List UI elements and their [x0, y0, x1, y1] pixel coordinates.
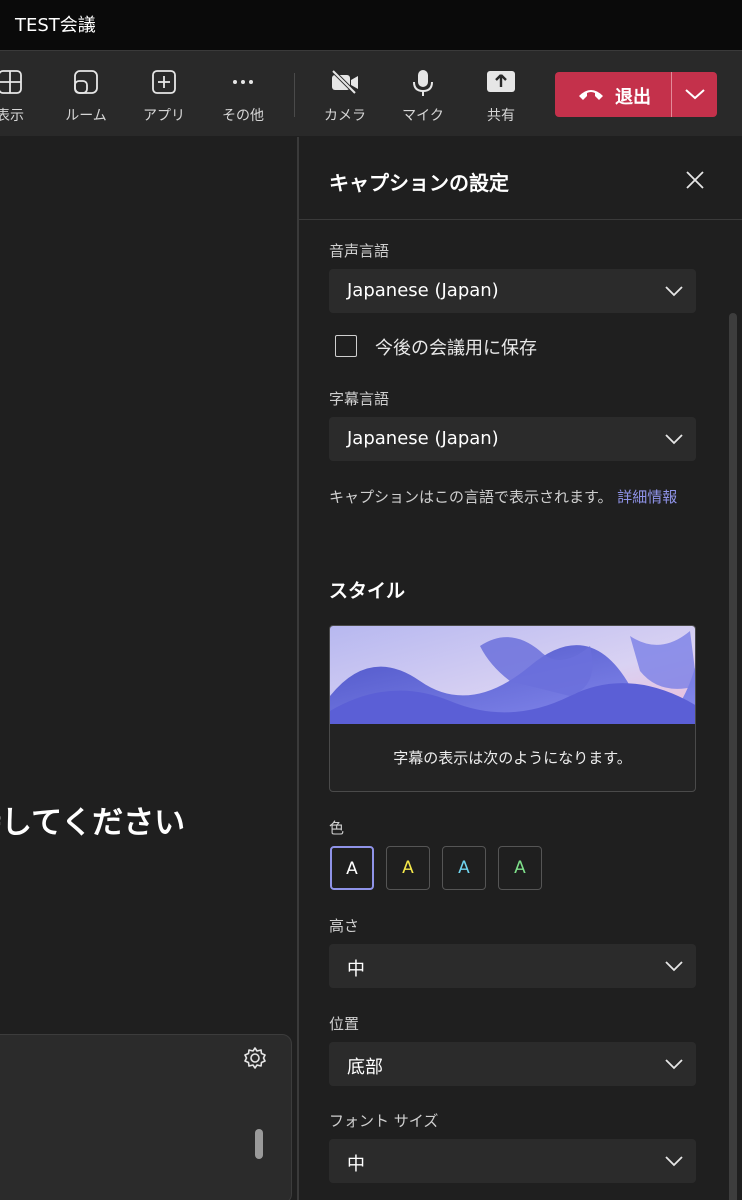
caption-language-value: Japanese (Japan) [347, 428, 499, 449]
font-size-select[interactable]: 中 [329, 1139, 696, 1183]
save-for-future-label: 今後の会議用に保存 [375, 338, 537, 359]
apps-label: アプリ [143, 108, 185, 124]
preview-caption-text: 字幕の表示は次のようになります。 [393, 749, 632, 767]
font-size-label: フォント サイズ [329, 1112, 439, 1130]
view-button[interactable]: 表示 [0, 51, 46, 137]
share-screen-icon [487, 71, 515, 92]
toolbar-divider [294, 73, 295, 117]
rooms-icon [74, 70, 98, 94]
microphone-icon [413, 70, 433, 96]
caption-language-note: キャプションはこの言語で表示されます。 詳細情報 [329, 485, 699, 509]
live-captions-box [0, 1034, 292, 1200]
color-swatch-green[interactable]: A [498, 846, 542, 890]
more-label: その他 [222, 108, 264, 124]
swatch-letter: A [514, 858, 526, 878]
color-swatch-yellow[interactable]: A [386, 846, 430, 890]
save-for-future-checkbox[interactable]: 今後の会議用に保存 [335, 334, 655, 359]
gear-icon[interactable] [243, 1046, 267, 1070]
mic-button[interactable]: マイク [387, 51, 459, 137]
waiting-message: 持してください [0, 805, 186, 841]
style-section-title: スタイル [329, 580, 406, 602]
close-icon[interactable] [683, 168, 707, 192]
height-select[interactable]: 中 [329, 944, 696, 988]
chevron-down-icon [665, 434, 683, 445]
leave-label: 退出 [615, 87, 651, 108]
preview-image [330, 626, 695, 724]
chevron-down-icon [665, 1059, 683, 1070]
rooms-label: ルーム [65, 108, 107, 124]
captions-scrollbar[interactable] [255, 1129, 263, 1159]
swatch-letter: A [458, 858, 470, 878]
more-dots-icon [233, 80, 253, 84]
share-label: 共有 [487, 108, 515, 124]
chevron-down-icon [665, 1156, 683, 1167]
spoken-language-value: Japanese (Japan) [347, 280, 499, 301]
spoken-language-select[interactable]: Japanese (Japan) [329, 269, 696, 313]
panel-scrollbar[interactable] [729, 313, 737, 1200]
hang-up-icon [579, 90, 603, 100]
rooms-button[interactable]: ルーム [50, 51, 122, 137]
height-label: 高さ [329, 917, 360, 935]
meeting-stage: 持してください [0, 137, 297, 1200]
caption-color-swatches: A A A A [330, 846, 630, 890]
chevron-down-icon [665, 961, 683, 972]
panel-header: キャプションの設定 [299, 137, 742, 220]
color-label: 色 [329, 819, 345, 837]
view-label: 表示 [0, 108, 24, 124]
checkbox[interactable] [335, 335, 357, 357]
grid-view-icon [0, 70, 22, 94]
meeting-title: TEST会議 [15, 15, 96, 36]
position-label: 位置 [329, 1015, 360, 1033]
leave-button[interactable]: 退出 [555, 72, 671, 117]
apps-button[interactable]: アプリ [128, 51, 200, 137]
caption-style-preview: 字幕の表示は次のようになります。 [329, 625, 696, 792]
caption-language-label: 字幕言語 [329, 390, 390, 408]
position-select[interactable]: 底部 [329, 1042, 696, 1086]
meeting-toolbar: 表示 ルーム アプリ その他 カメラ マイク 共有 退出 [0, 50, 742, 136]
caption-language-select[interactable]: Japanese (Japan) [329, 417, 696, 461]
title-bar: TEST会議 [0, 0, 742, 50]
caption-settings-panel: キャプションの設定 音声言語 Japanese (Japan) 今後の会議用に保… [297, 137, 742, 1200]
color-swatch-cyan[interactable]: A [442, 846, 486, 890]
learn-more-link[interactable]: 詳細情報 [617, 488, 677, 506]
camera-off-icon [331, 69, 358, 95]
add-app-icon [152, 70, 176, 94]
camera-label: カメラ [324, 108, 366, 124]
font-size-value: 中 [347, 1154, 365, 1175]
more-button[interactable]: その他 [207, 51, 279, 137]
color-swatch-white[interactable]: A [330, 846, 374, 890]
panel-title: キャプションの設定 [329, 171, 509, 195]
mic-label: マイク [402, 108, 444, 124]
spoken-language-label: 音声言語 [329, 242, 390, 260]
chevron-down-icon [685, 89, 705, 100]
camera-button[interactable]: カメラ [309, 51, 381, 137]
leave-button-group: 退出 [555, 72, 717, 117]
swatch-letter: A [346, 859, 358, 879]
swatch-letter: A [402, 858, 414, 878]
height-value: 中 [347, 959, 365, 980]
chevron-down-icon [665, 286, 683, 297]
leave-options-button[interactable] [672, 72, 717, 117]
position-value: 底部 [347, 1057, 383, 1078]
share-button[interactable]: 共有 [465, 51, 537, 137]
note-text: キャプションはこの言語で表示されます。 [329, 488, 613, 506]
